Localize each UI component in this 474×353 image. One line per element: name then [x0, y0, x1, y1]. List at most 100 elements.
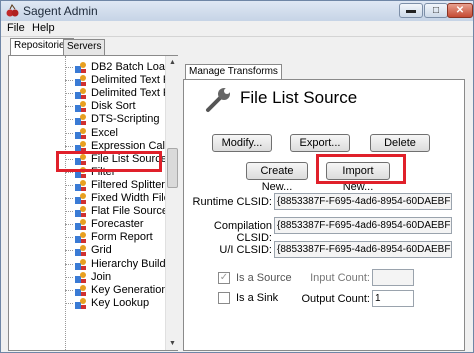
tree-connector [65, 67, 73, 68]
manage-transforms-panel: File List Source Modify... Export... Del… [183, 79, 465, 351]
output-count-label: Output Count: [301, 293, 371, 305]
tree-item[interactable]: Hierarchy Builder [65, 258, 165, 271]
tree-item[interactable]: Flat File Source [65, 205, 165, 218]
menu-help[interactable]: Help [32, 22, 55, 34]
maximize-button[interactable]: □ [424, 3, 448, 18]
repository-tree[interactable]: DB2 Batch LoaderDelimited Text File SDel… [8, 55, 178, 351]
tree-item-label: Join [91, 270, 112, 283]
tree-item-label: Key Generation [91, 283, 165, 296]
create-new-button[interactable]: Create New... [246, 162, 308, 193]
tree-connector [65, 211, 73, 213]
transform-icon [75, 179, 86, 191]
compilation-clsid-label: Compilation CLSID: [213, 220, 272, 244]
is-source-label: Is a Source [236, 272, 292, 284]
transform-icon [75, 193, 86, 204]
export-button[interactable]: Export... [290, 134, 350, 152]
tree-selection-highlight [56, 151, 162, 172]
menu-file[interactable]: File [7, 22, 25, 34]
transform-icon [75, 62, 86, 73]
tree-connector [65, 80, 73, 82]
tree-item[interactable]: Key Lookup [65, 297, 165, 310]
tree-item[interactable]: Form Report [65, 231, 165, 244]
tree-connector [65, 106, 73, 108]
transform-icon [75, 232, 86, 244]
app-window: Sagent Admin ▬ □ ✕ File Help Repositorie… [0, 0, 474, 353]
tree-connector [65, 119, 73, 121]
tree-item[interactable]: Delimited Text File S [65, 87, 165, 100]
tree-connector [65, 263, 73, 265]
is-source-checkbox[interactable]: ✓ [218, 272, 230, 284]
tree-item-label: Excel [91, 126, 118, 139]
tree-item[interactable]: DB2 Batch Loader [65, 61, 165, 74]
close-button[interactable]: ✕ [447, 3, 473, 18]
tree-item[interactable]: Fixed Width File Sinl [65, 192, 165, 205]
transform-icon [75, 258, 86, 270]
tree-item-label: Delimited Text File S [91, 87, 165, 100]
delete-button[interactable]: Delete [370, 134, 430, 152]
tree-connector [65, 93, 73, 95]
import-highlight-box [316, 154, 406, 184]
ui-clsid-field[interactable]: {8853387F-F695-4ad6-8954-60DAEBF83361} [274, 241, 452, 258]
tree-item-label: DB2 Batch Loader [91, 61, 165, 73]
tree-item-label: Filtered Splitter [91, 178, 165, 191]
tree-connector [65, 145, 73, 147]
tree-item[interactable]: Forecaster [65, 218, 165, 231]
tree-item[interactable]: Filtered Splitter [65, 179, 165, 192]
modify-button[interactable]: Modify... [212, 134, 272, 152]
is-sink-label: Is a Sink [236, 292, 279, 304]
tree-item[interactable]: Delimited Text File S [65, 74, 165, 87]
scroll-thumb[interactable] [167, 148, 178, 188]
transform-icon [75, 271, 86, 283]
transform-icon [75, 297, 86, 309]
menu-bar: File Help [1, 21, 473, 37]
tree-item-label: Fixed Width File Sinl [91, 192, 165, 204]
scroll-down-icon[interactable]: ▼ [166, 337, 179, 350]
tree-item-label: Hierarchy Builder [91, 257, 165, 270]
tree-connector [65, 250, 73, 252]
main-client: Repositories Servers DB2 Batch LoaderDel… [1, 37, 473, 352]
tree-item[interactable]: Grid [65, 244, 165, 257]
compilation-clsid-field[interactable]: {8853387F-F695-4ad6-8954-60DAEBF83361} [274, 217, 452, 234]
input-count-field[interactable] [372, 269, 414, 286]
transform-icon [75, 219, 86, 231]
input-count-label: Input Count: [310, 272, 370, 284]
transform-icon [75, 114, 86, 126]
tree-item[interactable]: Disk Sort [65, 100, 165, 113]
title-bar[interactable]: Sagent Admin ▬ □ ✕ [1, 1, 473, 21]
tree-item-label: Disk Sort [91, 100, 136, 113]
tree-connector [65, 132, 73, 134]
maximize-icon: □ [432, 5, 440, 16]
tree-item-label: DTS-Scripting [91, 113, 160, 126]
transform-icon [75, 75, 86, 87]
tree-item[interactable]: Key Generation [65, 284, 165, 297]
transform-icon [75, 284, 86, 296]
tab-servers[interactable]: Servers [63, 39, 106, 55]
tree-connector [65, 224, 73, 226]
tree-item-label: Form Report [91, 231, 153, 244]
minimize-icon: ▬ [406, 5, 416, 16]
transform-icon [75, 101, 86, 113]
transform-icon [75, 88, 86, 100]
tree-item-label: Key Lookup [91, 296, 150, 309]
wrench-icon [206, 88, 230, 112]
tree-item[interactable]: DTS-Scripting [65, 113, 165, 126]
tree-connector [65, 276, 73, 278]
scroll-up-icon[interactable]: ▲ [166, 56, 179, 69]
tree-item[interactable]: Excel [65, 127, 165, 140]
tree-connector [65, 289, 73, 291]
transform-icon [75, 206, 86, 218]
runtime-clsid-label: Runtime CLSID: [192, 196, 272, 208]
runtime-clsid-field[interactable]: {8853387F-F695-4ad6-8954-60DAEBF83361} [274, 193, 452, 210]
is-sink-checkbox[interactable] [218, 292, 230, 304]
close-icon: ✕ [455, 5, 465, 16]
window-title: Sagent Admin [23, 4, 98, 18]
tree-connector [65, 237, 73, 239]
ui-clsid-label: U/I CLSID: [219, 244, 272, 256]
tab-manage-transforms[interactable]: Manage Transforms [185, 64, 282, 79]
tree-item-label: Forecaster [91, 218, 144, 231]
app-icon [6, 4, 19, 17]
minimize-button[interactable]: ▬ [399, 3, 423, 18]
tree-item[interactable]: Join [65, 271, 165, 284]
output-count-field[interactable]: 1 [372, 290, 414, 307]
tree-scrollbar[interactable]: ▲ ▼ [165, 56, 178, 350]
